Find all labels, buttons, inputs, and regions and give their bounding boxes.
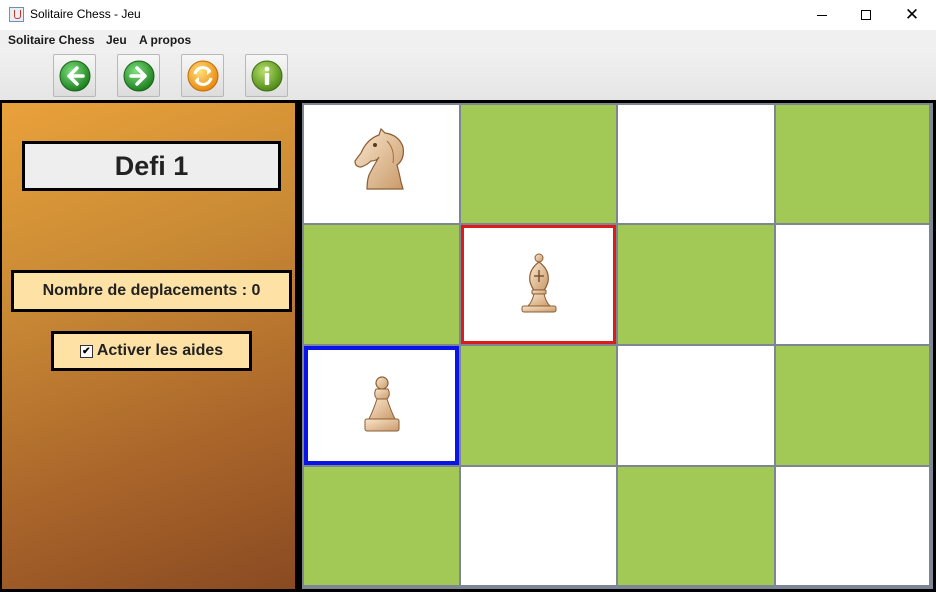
help-label: Activer les aides (96, 342, 224, 359)
java-app-icon (9, 7, 24, 22)
toolbar (0, 50, 936, 100)
moves-counter: Nombre de deplacements : 0 (14, 273, 289, 309)
back-button[interactable] (53, 54, 96, 97)
pawn-piece-icon[interactable] (347, 369, 417, 443)
close-icon: ✕ (904, 4, 920, 25)
board-square[interactable] (618, 346, 774, 465)
moves-counter-box: Nombre de deplacements : 0 (11, 270, 292, 312)
maximize-button[interactable] (843, 0, 889, 30)
board-square[interactable] (618, 105, 774, 223)
board-square[interactable] (618, 225, 774, 344)
info-panel: Defi 1 Nombre de deplacements : 0 ✔ Acti… (2, 103, 295, 589)
menu-bar: Solitaire Chess Jeu A propos (0, 30, 936, 50)
help-toggle-box: ✔ Activer les aides (51, 331, 252, 371)
close-button[interactable]: ✕ (889, 0, 935, 30)
board-square[interactable] (461, 467, 616, 585)
menu-a-propos[interactable]: A propos (139, 33, 191, 47)
board-square[interactable] (304, 346, 459, 465)
board-square[interactable] (776, 467, 929, 585)
board-square[interactable] (304, 467, 459, 585)
board-square[interactable] (618, 467, 774, 585)
title-bar: Solitaire Chess - Jeu ✕ (0, 0, 936, 30)
help-checkbox[interactable]: ✔ (79, 344, 93, 358)
info-button[interactable] (245, 54, 288, 97)
challenge-title: Defi 1 (25, 144, 278, 188)
board-square[interactable] (461, 346, 616, 465)
minimize-button[interactable] (799, 0, 845, 30)
challenge-title-box: Defi 1 (22, 141, 281, 191)
chess-board (302, 103, 933, 589)
game-area: Defi 1 Nombre de deplacements : 0 ✔ Acti… (0, 100, 936, 592)
bishop-piece-icon[interactable] (504, 248, 574, 322)
arrow-right-icon (123, 60, 154, 91)
arrow-left-icon (59, 60, 90, 91)
knight-piece-icon[interactable] (347, 127, 417, 201)
board-square[interactable] (776, 346, 929, 465)
window-title: Solitaire Chess - Jeu (30, 7, 141, 21)
refresh-icon (187, 60, 218, 91)
help-toggle[interactable]: ✔ Activer les aides (54, 334, 249, 368)
board-square[interactable] (304, 225, 459, 344)
board-square[interactable] (461, 225, 616, 344)
board-square[interactable] (461, 105, 616, 223)
info-icon (251, 60, 282, 91)
minimize-icon (817, 14, 827, 16)
menu-jeu[interactable]: Jeu (106, 33, 127, 47)
maximize-icon (861, 10, 871, 20)
restart-button[interactable] (181, 54, 224, 97)
board-square[interactable] (776, 105, 929, 223)
forward-button[interactable] (117, 54, 160, 97)
board-square[interactable] (304, 105, 459, 223)
menu-solitaire-chess[interactable]: Solitaire Chess (8, 33, 95, 47)
board-square[interactable] (776, 225, 929, 344)
